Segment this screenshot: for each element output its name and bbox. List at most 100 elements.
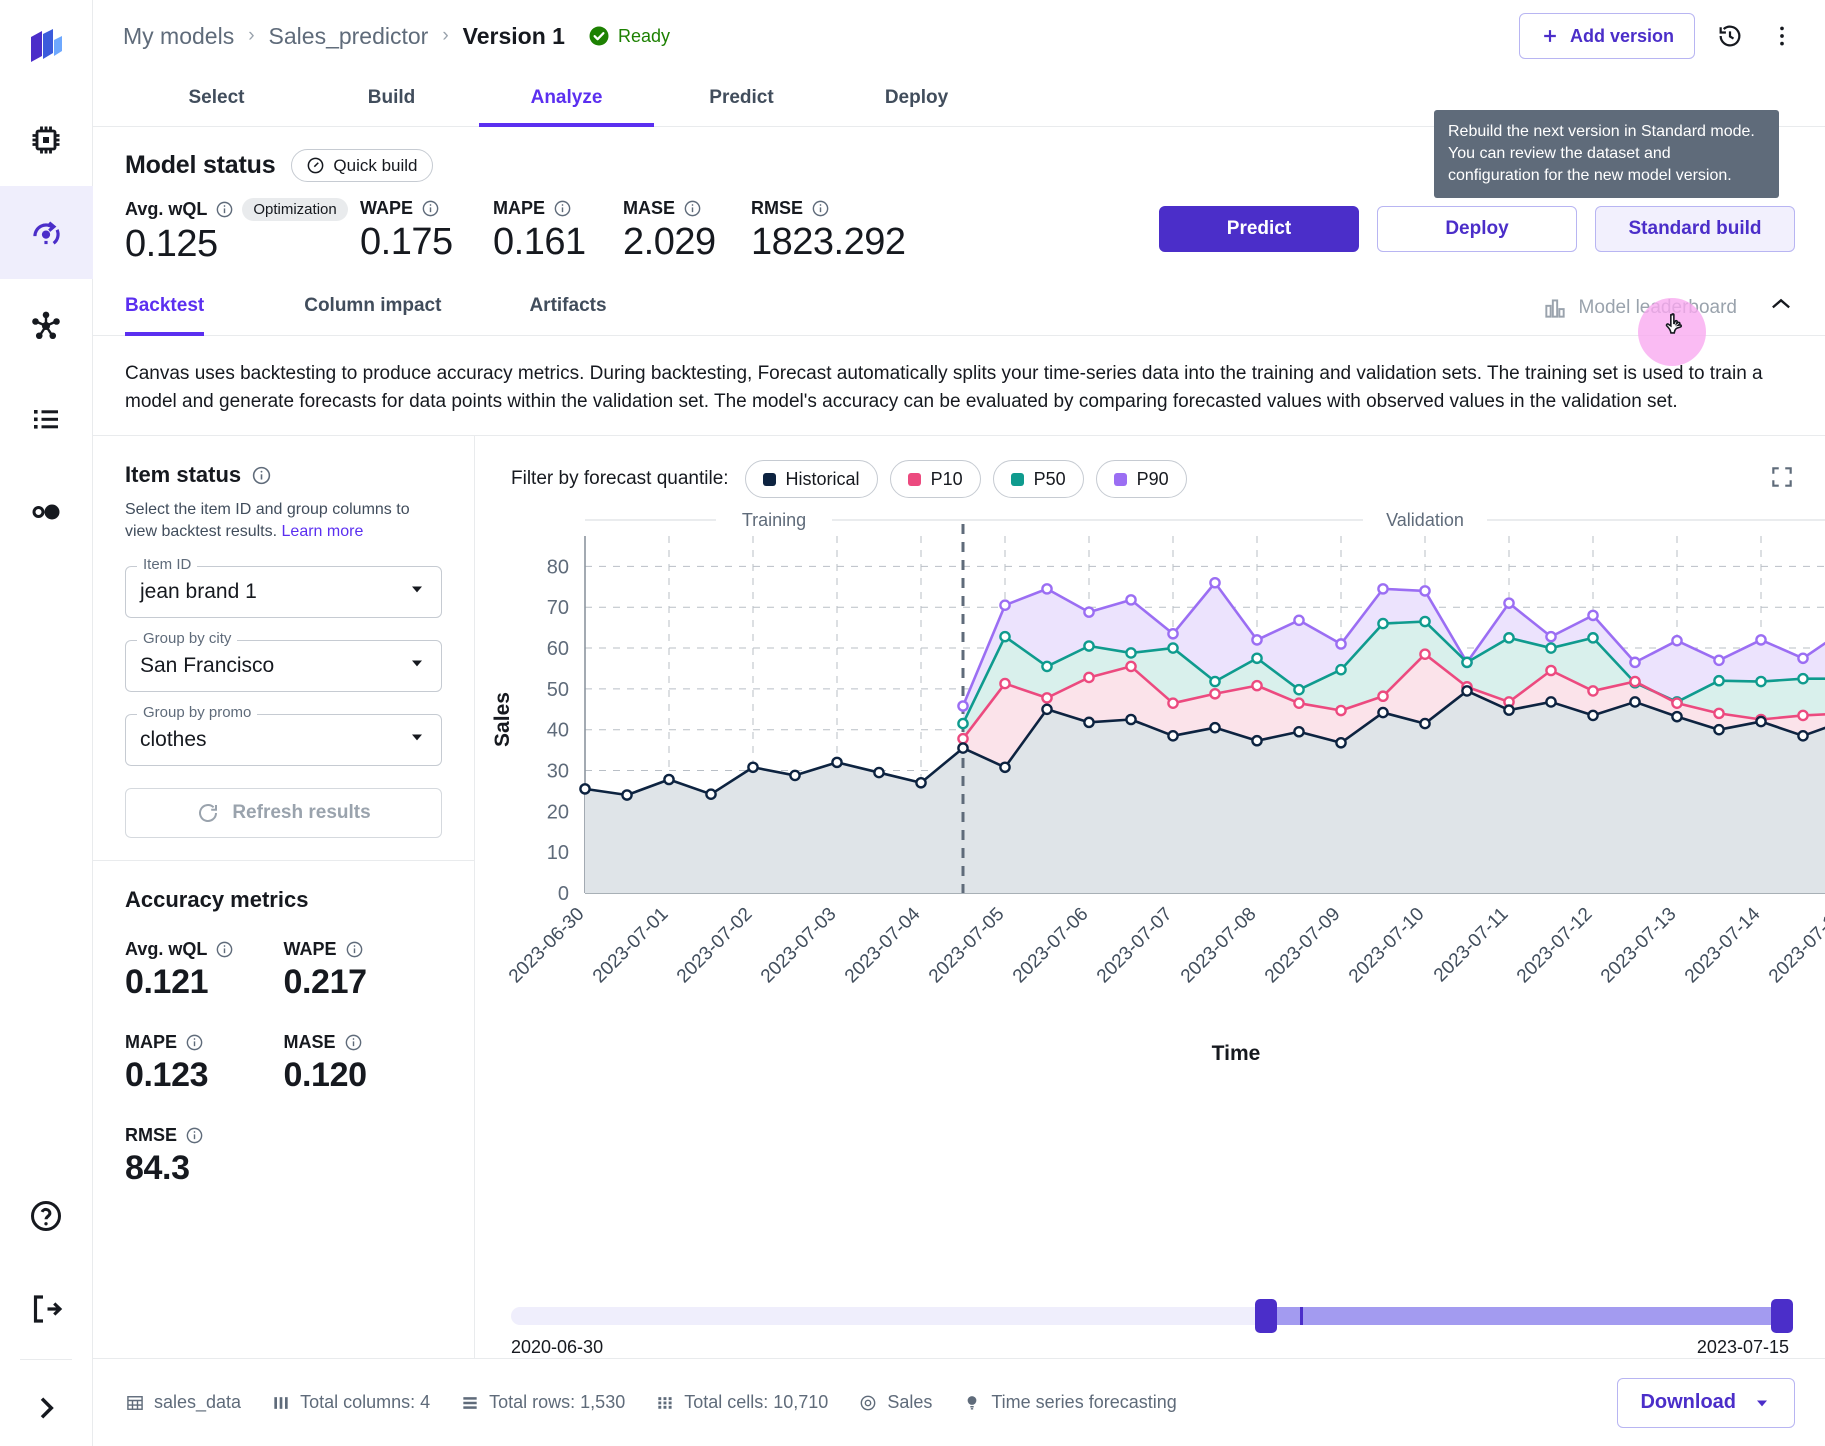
quantile-chip-p10[interactable]: P10 — [890, 460, 981, 498]
data-point — [748, 763, 757, 772]
kebab-menu-icon[interactable] — [1765, 19, 1799, 53]
item-id-select[interactable]: Item ID jean brand 1 — [125, 566, 442, 618]
metric-avg-wql: Avg. wQL Optimization 0.125 — [125, 198, 360, 266]
tab-backtest[interactable]: Backtest — [125, 280, 204, 336]
backtest-content: Item status Select the item ID and group… — [93, 435, 1825, 1358]
data-point — [958, 702, 967, 711]
metric-value: 0.175 — [360, 221, 493, 264]
info-icon[interactable] — [421, 199, 440, 218]
data-point — [1588, 633, 1597, 642]
data-point — [1126, 662, 1135, 671]
breadcrumb-my-models[interactable]: My models — [123, 23, 234, 50]
slider-handle-end[interactable] — [1771, 1299, 1793, 1333]
footer-cells: Total cells: 10,710 — [655, 1392, 828, 1413]
data-point — [1294, 699, 1303, 708]
x-axis-tick-label: 2023-07-15 — [1765, 904, 1825, 988]
sidebar-item-my-models[interactable] — [0, 186, 93, 279]
data-point — [1420, 617, 1429, 626]
group-by-promo-box[interactable]: clothes — [125, 714, 442, 766]
footer-columns: Total columns: 4 — [271, 1392, 430, 1413]
x-axis-tick-label: 2023-07-01 — [589, 904, 673, 988]
info-icon[interactable] — [683, 199, 702, 218]
expand-rail-icon[interactable] — [0, 1370, 93, 1446]
chip-icon[interactable] — [0, 93, 93, 186]
info-icon[interactable] — [215, 200, 234, 219]
history-icon[interactable] — [1713, 19, 1747, 53]
rows-icon — [460, 1393, 480, 1413]
list-icon[interactable] — [0, 372, 93, 465]
tab-build[interactable]: Build — [304, 72, 479, 127]
refresh-results-button[interactable]: Refresh results — [125, 788, 442, 838]
footer-rows: Total rows: 1,530 — [460, 1392, 625, 1413]
app-logo-icon[interactable] — [0, 0, 93, 93]
analyze-subtabs: Backtest Column impact Artifacts Model l… — [93, 280, 1825, 336]
data-point — [1378, 708, 1387, 717]
standard-build-button[interactable]: Standard build — [1595, 206, 1795, 252]
deploy-button[interactable]: Deploy — [1377, 206, 1577, 252]
data-point — [1378, 692, 1387, 701]
footer-dataset: sales_data — [125, 1392, 241, 1413]
info-icon[interactable] — [185, 1126, 204, 1145]
footer-target-label: Sales — [887, 1392, 932, 1413]
breadcrumb-model-name[interactable]: Sales_predictor — [269, 23, 429, 50]
logout-icon[interactable] — [0, 1262, 93, 1355]
slider-track[interactable] — [511, 1307, 1789, 1325]
quantile-chip-historical[interactable]: Historical — [745, 460, 878, 498]
download-button[interactable]: Download — [1617, 1378, 1795, 1428]
info-icon[interactable] — [185, 1033, 204, 1052]
x-axis-tick-label: 2023-07-07 — [1093, 904, 1177, 988]
info-icon[interactable] — [251, 465, 272, 486]
data-point — [1420, 650, 1429, 659]
training-region-label: Training — [742, 510, 806, 530]
add-version-button[interactable]: Add version — [1519, 13, 1695, 59]
accuracy-metric-label: Avg. wQL — [125, 939, 284, 960]
standard-build-tooltip: Rebuild the next version in Standard mod… — [1434, 110, 1779, 198]
legend-swatch — [908, 473, 921, 486]
info-icon[interactable] — [345, 940, 364, 959]
data-point — [916, 778, 925, 787]
help-icon[interactable] — [0, 1169, 93, 1262]
fullscreen-icon[interactable] — [1769, 464, 1795, 495]
data-point — [1000, 763, 1009, 772]
predict-button[interactable]: Predict — [1159, 206, 1359, 252]
tab-deploy[interactable]: Deploy — [829, 72, 1004, 127]
group-by-city-select[interactable]: Group by city San Francisco — [125, 640, 442, 692]
network-icon[interactable] — [0, 279, 93, 372]
tab-analyze[interactable]: Analyze — [479, 72, 654, 127]
info-icon[interactable] — [811, 199, 830, 218]
plus-icon — [1540, 26, 1560, 46]
data-point — [1546, 632, 1555, 641]
data-point — [1588, 686, 1597, 695]
info-icon[interactable] — [344, 1033, 363, 1052]
item-id-box[interactable]: jean brand 1 — [125, 566, 442, 618]
quantile-chip-p50[interactable]: P50 — [993, 460, 1084, 498]
tab-column-impact[interactable]: Column impact — [304, 280, 441, 336]
toggle-icon[interactable] — [0, 465, 93, 558]
y-axis-tick-label: 30 — [547, 761, 569, 783]
quantile-chip-p90[interactable]: P90 — [1096, 460, 1187, 498]
learn-more-link[interactable]: Learn more — [282, 523, 364, 540]
data-point — [1546, 666, 1555, 675]
tab-predict[interactable]: Predict — [654, 72, 829, 127]
slider-handle-start[interactable] — [1255, 1299, 1277, 1333]
data-point — [1504, 633, 1513, 642]
chevron-up-icon[interactable] — [1767, 291, 1795, 324]
data-point — [1042, 705, 1051, 714]
info-icon[interactable] — [215, 940, 234, 959]
data-point — [1588, 611, 1597, 620]
tab-select[interactable]: Select — [129, 72, 304, 127]
footer-target: Sales — [858, 1392, 932, 1413]
metric-value: 1823.292 — [751, 221, 906, 264]
group-by-promo-select[interactable]: Group by promo clothes — [125, 714, 442, 766]
footer-dataset-label: sales_data — [154, 1392, 241, 1413]
x-axis-tick-label: 2023-06-30 — [505, 904, 589, 988]
tab-artifacts[interactable]: Artifacts — [529, 280, 606, 336]
forecast-chart-svg: TrainingValidation010203040506070802023-… — [475, 498, 1825, 1078]
info-icon[interactable] — [553, 199, 572, 218]
model-leaderboard-button[interactable]: Model leaderboard — [1542, 295, 1737, 321]
group-by-city-box[interactable]: San Francisco — [125, 640, 442, 692]
data-point — [1420, 586, 1429, 595]
data-point — [874, 768, 883, 777]
backtest-chart[interactable]: TrainingValidation010203040506070802023-… — [475, 498, 1825, 1307]
time-range-slider[interactable]: 2020-06-30 2023-07-15 — [475, 1307, 1825, 1358]
